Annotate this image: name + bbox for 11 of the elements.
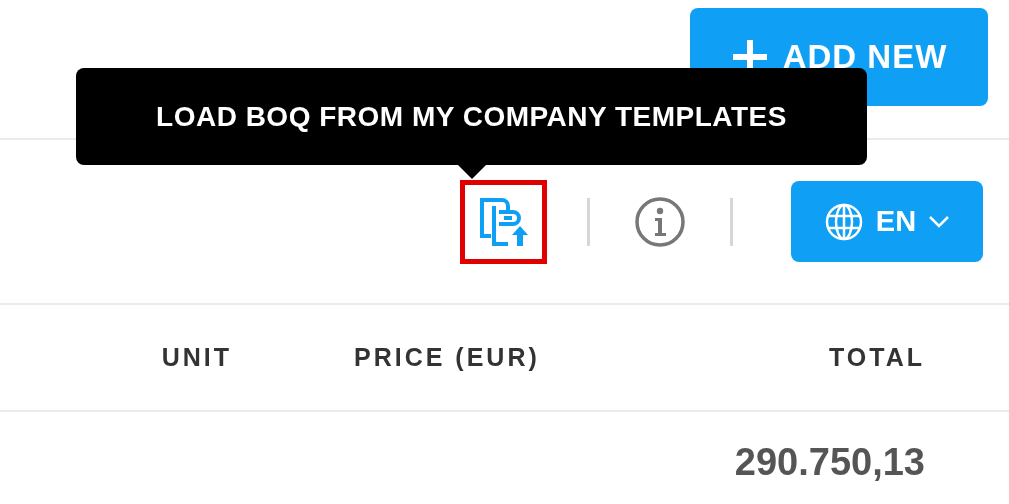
template-button[interactable] xyxy=(460,179,547,264)
column-header: TOTAL xyxy=(829,342,925,371)
language-button[interactable]: EN xyxy=(791,181,983,262)
column-header: UNIT xyxy=(161,342,232,371)
globe-icon xyxy=(823,201,864,242)
copy-upload-icon xyxy=(478,195,529,248)
info-icon[interactable] xyxy=(634,195,686,248)
column-header: PRICE (EUR) xyxy=(354,342,540,371)
chevron-down-icon xyxy=(928,214,951,229)
total-value: 290.750,13 xyxy=(734,440,925,485)
tooltip: LOAD BOQ FROM MY COMPANY TEMPLATES xyxy=(76,68,867,165)
